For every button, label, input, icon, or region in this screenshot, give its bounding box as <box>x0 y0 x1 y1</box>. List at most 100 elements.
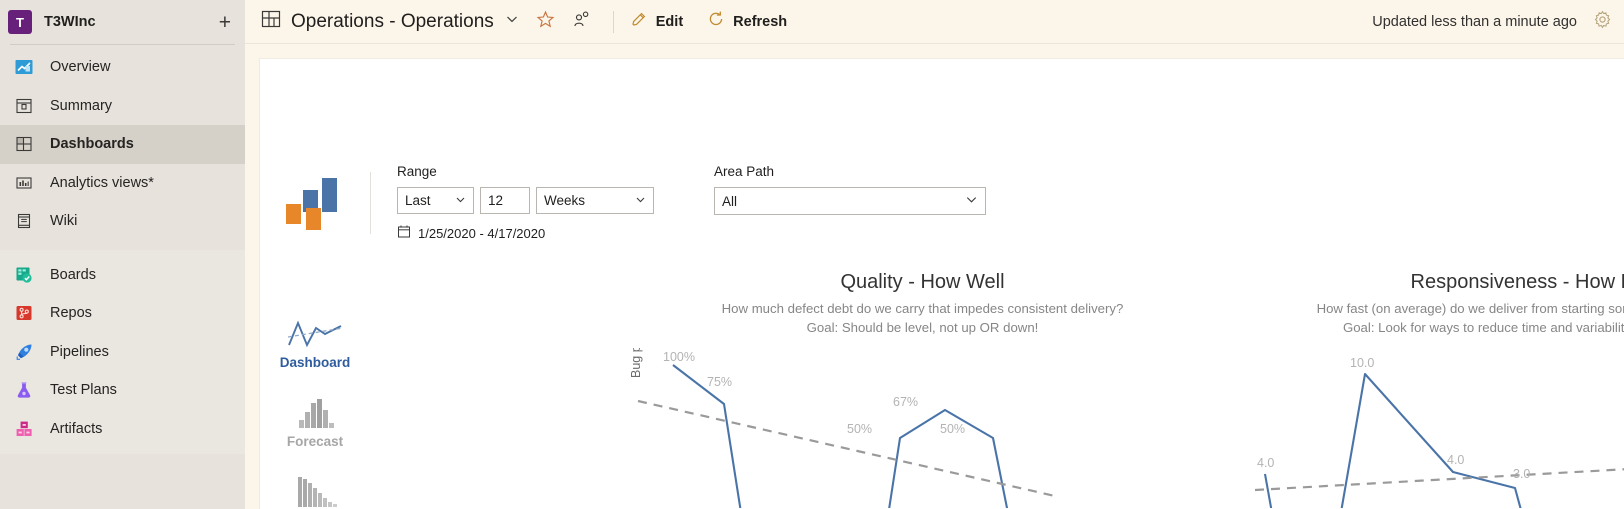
sidebar-item-label: Artifacts <box>50 420 103 437</box>
rail-tab-dashboard[interactable]: Dashboard <box>260 307 370 370</box>
sidebar-item-label: Repos <box>50 305 92 322</box>
quality-plot-svg <box>637 364 1056 508</box>
quality-data-label: 50% <box>940 422 966 436</box>
project-header: T T3WInc + <box>0 0 245 44</box>
area-path-label: Area Path <box>714 164 775 179</box>
rail-tab-label: Dashboard <box>279 355 351 370</box>
calendar-icon <box>397 224 411 243</box>
sidebar-group-project: Overview Summary Dashboards Analytics vi… <box>0 45 245 241</box>
responsiveness-data-label: 4.0 <box>1447 453 1465 467</box>
page-title: Operations - Operations <box>291 10 494 32</box>
histogram-icon <box>260 465 370 509</box>
boards-icon <box>14 265 34 285</box>
quality-chart-title: Quality - How Well <box>840 271 1005 293</box>
refresh-label: Refresh <box>733 13 788 30</box>
sidebar: T T3WInc + Overview Summary Dashboards A… <box>0 0 245 509</box>
sidebar-item-overview[interactable]: Overview <box>0 48 245 87</box>
range-mode-value: Last <box>405 193 431 208</box>
area-path-value: All <box>722 193 738 209</box>
people-add-icon[interactable] <box>572 10 591 34</box>
quality-data-label: 100% <box>663 350 695 364</box>
responsiveness-plot: 4.0 10.0 4.0 3.0 10.0 13.0 <box>1225 348 1624 508</box>
summary-icon <box>14 96 34 116</box>
star-icon[interactable] <box>536 10 555 34</box>
rail-tab-label: Forecast <box>286 434 344 449</box>
responsiveness-data-label: 4.0 <box>1257 456 1275 470</box>
date-range-text: 1/25/2020 - 4/17/2020 <box>418 226 546 241</box>
quality-data-label: 50% <box>847 422 873 436</box>
dashboards-icon <box>14 134 34 154</box>
sidebar-item-label: Analytics views* <box>50 174 154 191</box>
responsiveness-data-label: 10.0 <box>1350 356 1375 370</box>
overview-icon <box>14 57 34 77</box>
sidebar-item-label: Pipelines <box>50 343 109 360</box>
quality-data-label: 75% <box>707 375 733 389</box>
range-unit-select[interactable]: Weeks <box>536 187 654 214</box>
sidebar-item-label: Dashboards <box>50 136 134 153</box>
chevron-down-icon[interactable] <box>505 12 519 31</box>
sidebar-item-label: Boards <box>50 266 96 283</box>
bar-chart-icon <box>260 386 370 430</box>
test-plans-icon <box>14 380 34 400</box>
responsiveness-chart-subtitle: How fast (on average) do we deliver from… <box>1316 301 1624 316</box>
sidebar-item-summary[interactable]: Summary <box>0 87 245 126</box>
gear-icon[interactable] <box>1593 10 1612 34</box>
widget-filter-row: Range Last 12 Weeks 1/25/2020 - 4/17/202… <box>260 164 1624 243</box>
quality-chart-subtitle: How much defect debt do we carry that im… <box>721 301 1124 316</box>
refresh-button[interactable]: Refresh <box>707 10 787 33</box>
rail-tab-forecast[interactable]: Forecast <box>260 386 370 449</box>
quality-plot: Bug percentage rate 100% 75% 50% 67% 50% <box>625 348 1220 508</box>
sidebar-group-divider <box>0 241 245 250</box>
quality-data-label: 67% <box>893 395 919 409</box>
responsiveness-data-label: 3.0 <box>1513 467 1531 481</box>
range-count-input[interactable]: 12 <box>480 187 530 214</box>
sidebar-item-label: Overview <box>50 59 111 76</box>
sidebar-item-artifacts[interactable]: Artifacts <box>0 410 245 449</box>
range-filter-group: Range Last 12 Weeks 1/25/2020 - 4/17/202… <box>397 164 654 243</box>
dashboard-widget-card: Range Last 12 Weeks 1/25/2020 - 4/17/202… <box>259 58 1624 509</box>
sidebar-item-analytics-views[interactable]: Analytics views* <box>0 164 245 203</box>
range-count-value: 12 <box>488 193 504 208</box>
sidebar-item-wiki[interactable]: Wiki <box>0 202 245 241</box>
updated-status: Updated less than a minute ago <box>1372 13 1577 30</box>
analytics-views-icon <box>14 173 34 193</box>
sidebar-item-repos[interactable]: Repos <box>0 294 245 333</box>
project-name[interactable]: T3WInc <box>44 14 219 30</box>
sidebar-group-services: Boards Repos Pipelines Test Plans Artifa… <box>0 249 245 454</box>
quality-chart-goal: Goal: Should be level, not up OR down! <box>806 320 1039 335</box>
range-mode-select[interactable]: Last <box>397 187 474 214</box>
responsiveness-chart-title: Responsiveness - How Fast <box>1410 271 1624 293</box>
range-label: Range <box>397 164 437 179</box>
chevron-down-icon <box>455 193 466 208</box>
repos-icon <box>14 303 34 323</box>
pencil-icon <box>630 10 648 33</box>
responsiveness-chart-goal: Goal: Look for ways to reduce time and v… <box>1342 320 1624 335</box>
sidebar-item-pipelines[interactable]: Pipelines <box>0 333 245 372</box>
date-range-row: 1/25/2020 - 4/17/2020 <box>397 224 654 243</box>
plus-icon[interactable]: + <box>219 12 231 33</box>
range-unit-value: Weeks <box>544 193 586 208</box>
refresh-icon <box>707 10 725 33</box>
edit-label: Edit <box>655 13 684 30</box>
artifacts-icon <box>14 419 34 439</box>
rail-tab-wip[interactable]: WIP <box>260 465 370 509</box>
dashboard-toolbar: Operations - Operations Edit Refresh Upd… <box>245 0 1624 44</box>
edit-button[interactable]: Edit <box>630 10 683 33</box>
dashboard-grid-icon <box>261 9 281 34</box>
wiki-icon <box>14 211 34 231</box>
toolbar-divider <box>612 10 614 33</box>
widget-tab-rail: Dashboard Forecast <box>260 307 370 509</box>
sidebar-item-dashboards[interactable]: Dashboards <box>0 125 245 164</box>
quality-chart-block: Quality - How Well How much defect debt … <box>625 271 1220 508</box>
range-controls: Last 12 Weeks <box>397 187 654 214</box>
area-path-select[interactable]: All <box>714 187 986 215</box>
sidebar-item-label: Test Plans <box>50 382 117 399</box>
app-root: T T3WInc + Overview Summary Dashboards A… <box>0 0 1624 509</box>
area-path-filter-group: Area Path All <box>714 164 986 215</box>
filters: Range Last 12 Weeks 1/25/2020 - 4/17/202… <box>371 164 986 243</box>
sidebar-item-boards[interactable]: Boards <box>0 256 245 295</box>
sidebar-item-test-plans[interactable]: Test Plans <box>0 371 245 410</box>
sidebar-item-label: Summary <box>50 97 113 114</box>
chevron-down-icon <box>965 193 978 209</box>
project-avatar: T <box>8 10 32 34</box>
